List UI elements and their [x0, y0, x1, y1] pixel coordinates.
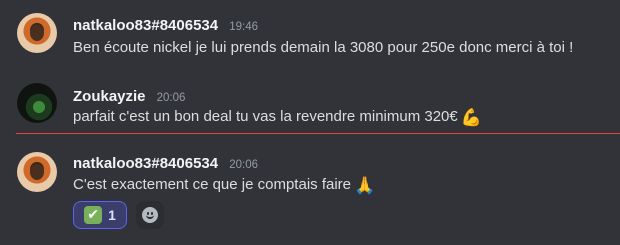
avatar[interactable]: [17, 13, 57, 53]
timestamp: 20:06: [229, 159, 258, 171]
timestamp: 19:46: [229, 21, 258, 33]
message-content: C'est exactement ce que je comptais fair…: [73, 176, 375, 196]
message-text: Ben écoute nickel je lui prends demain l…: [73, 39, 574, 56]
flexed-biceps-emoji-icon: 💪: [460, 108, 482, 127]
check-mark-icon: ✔: [84, 206, 103, 224]
message-text: C'est exactement ce que je comptais fair…: [73, 176, 351, 193]
new-messages-divider: [16, 133, 620, 134]
message-content: parfait c'est un bon deal tu vas la reve…: [73, 108, 482, 128]
reaction-count: 1: [108, 207, 116, 223]
username[interactable]: Zoukayzie: [73, 88, 146, 105]
add-reaction-button[interactable]: [136, 201, 164, 229]
avatar[interactable]: [17, 83, 57, 123]
reaction-check-button[interactable]: ✔ 1: [73, 201, 127, 229]
avatar[interactable]: [17, 152, 57, 192]
timestamp: 20:06: [156, 92, 186, 104]
message-text: parfait c'est un bon deal tu vas la reve…: [73, 108, 458, 125]
folded-hands-emoji-icon: 🙏: [354, 176, 376, 195]
username[interactable]: natkaloo83#8406534: [73, 17, 218, 34]
smiley-icon: [142, 207, 158, 223]
username[interactable]: natkaloo83#8406534: [73, 155, 218, 172]
